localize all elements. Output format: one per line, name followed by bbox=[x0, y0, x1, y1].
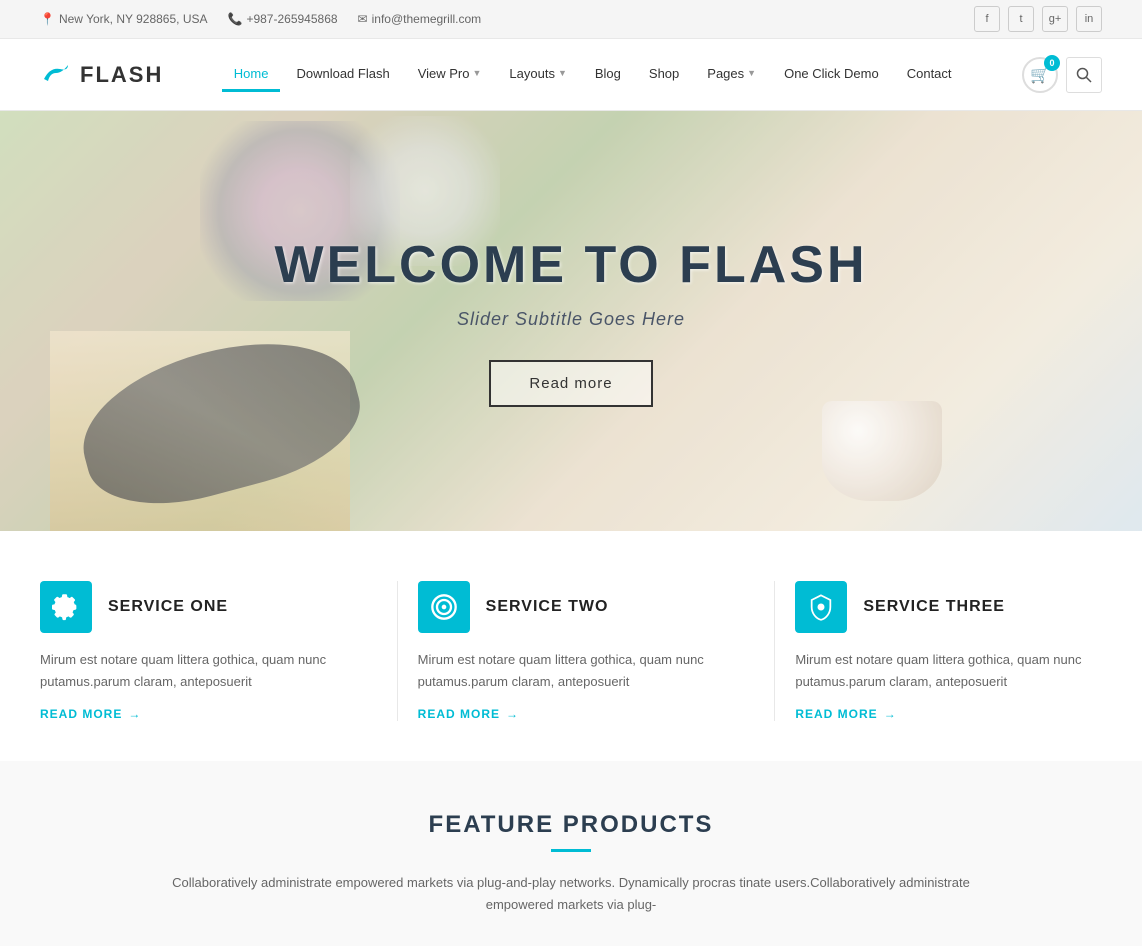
location-icon: 📍 bbox=[40, 12, 55, 26]
nav-view-pro[interactable]: View Pro ▼ bbox=[406, 58, 494, 92]
linkedin-icon[interactable]: in bbox=[1076, 6, 1102, 32]
nav-shop[interactable]: Shop bbox=[637, 58, 691, 92]
email-icon: ✉ bbox=[358, 12, 368, 26]
search-icon bbox=[1076, 67, 1092, 83]
hero-title: WELCOME TO FLASH bbox=[274, 235, 867, 295]
twitter-icon[interactable]: t bbox=[1008, 6, 1034, 32]
header: FLASH Home Download Flash View Pro ▼ Lay… bbox=[0, 39, 1142, 111]
top-bar-social: f t g+ in bbox=[974, 6, 1102, 32]
services-section: SERVICE ONE Mirum est notare quam litter… bbox=[0, 531, 1142, 761]
target-icon bbox=[430, 593, 458, 621]
gear-icon bbox=[52, 593, 80, 621]
service-3-header: SERVICE THREE bbox=[795, 581, 1102, 633]
logo-bird-icon bbox=[40, 59, 72, 91]
service-3-icon-box bbox=[795, 581, 847, 633]
nav-home[interactable]: Home bbox=[222, 58, 281, 92]
service-divider-1 bbox=[397, 581, 398, 721]
chevron-down-icon: ▼ bbox=[747, 68, 756, 78]
service-2-link[interactable]: READ MORE → bbox=[418, 707, 725, 721]
search-button[interactable] bbox=[1066, 57, 1102, 93]
nav-download-flash[interactable]: Download Flash bbox=[284, 58, 401, 92]
feature-products-text: Collaboratively administrate empowered m… bbox=[171, 872, 971, 916]
service-3-text: Mirum est notare quam littera gothica, q… bbox=[795, 649, 1102, 693]
service-2-text: Mirum est notare quam littera gothica, q… bbox=[418, 649, 725, 693]
arrow-right-icon: → bbox=[884, 707, 897, 721]
service-1-header: SERVICE ONE bbox=[40, 581, 347, 633]
facebook-icon[interactable]: f bbox=[974, 6, 1000, 32]
service-2-icon-box bbox=[418, 581, 470, 633]
feature-products-underline bbox=[551, 849, 591, 852]
cart-button[interactable]: 🛒 0 bbox=[1022, 57, 1058, 93]
service-item-3: SERVICE THREE Mirum est notare quam litt… bbox=[795, 581, 1102, 721]
phone: 📞 +987-265945868 bbox=[228, 12, 338, 26]
logo[interactable]: FLASH bbox=[40, 59, 163, 91]
header-actions: 🛒 0 bbox=[1022, 57, 1102, 93]
top-bar-left: 📍 New York, NY 928865, USA 📞 +987-265945… bbox=[40, 12, 481, 26]
arrow-right-icon: → bbox=[506, 707, 519, 721]
nav-layouts[interactable]: Layouts ▼ bbox=[497, 58, 578, 92]
nav-blog[interactable]: Blog bbox=[583, 58, 633, 92]
main-nav: Home Download Flash View Pro ▼ Layouts ▼… bbox=[222, 58, 964, 92]
service-item-2: SERVICE TWO Mirum est notare quam litter… bbox=[418, 581, 755, 721]
arrow-right-icon: → bbox=[128, 707, 141, 721]
service-1-icon-box bbox=[40, 581, 92, 633]
service-item-1: SERVICE ONE Mirum est notare quam litter… bbox=[40, 581, 377, 721]
nav-one-click-demo[interactable]: One Click Demo bbox=[772, 58, 891, 92]
service-3-title: SERVICE THREE bbox=[863, 598, 1005, 616]
cart-badge: 0 bbox=[1044, 55, 1060, 71]
service-2-header: SERVICE TWO bbox=[418, 581, 725, 633]
nav-pages[interactable]: Pages ▼ bbox=[695, 58, 768, 92]
feature-products-section: FEATURE PRODUCTS Collaboratively adminis… bbox=[0, 761, 1142, 946]
shield-icon bbox=[807, 593, 835, 621]
chevron-down-icon: ▼ bbox=[472, 68, 481, 78]
top-bar: 📍 New York, NY 928865, USA 📞 +987-265945… bbox=[0, 0, 1142, 39]
hero-section: WELCOME TO FLASH Slider Subtitle Goes He… bbox=[0, 111, 1142, 531]
nav-contact[interactable]: Contact bbox=[895, 58, 964, 92]
address: 📍 New York, NY 928865, USA bbox=[40, 12, 208, 26]
service-1-text: Mirum est notare quam littera gothica, q… bbox=[40, 649, 347, 693]
hero-content: WELCOME TO FLASH Slider Subtitle Goes He… bbox=[274, 235, 867, 407]
service-3-link[interactable]: READ MORE → bbox=[795, 707, 1102, 721]
service-divider-2 bbox=[774, 581, 775, 721]
chevron-down-icon: ▼ bbox=[558, 68, 567, 78]
feature-products-title: FEATURE PRODUCTS bbox=[40, 811, 1102, 839]
phone-icon: 📞 bbox=[228, 12, 243, 26]
service-1-link[interactable]: READ MORE → bbox=[40, 707, 347, 721]
hero-read-more-button[interactable]: Read more bbox=[489, 360, 652, 407]
hero-subtitle: Slider Subtitle Goes Here bbox=[274, 309, 867, 330]
googleplus-icon[interactable]: g+ bbox=[1042, 6, 1068, 32]
service-1-title: SERVICE ONE bbox=[108, 598, 228, 616]
service-2-title: SERVICE TWO bbox=[486, 598, 609, 616]
email: ✉ info@themegrill.com bbox=[358, 12, 482, 26]
